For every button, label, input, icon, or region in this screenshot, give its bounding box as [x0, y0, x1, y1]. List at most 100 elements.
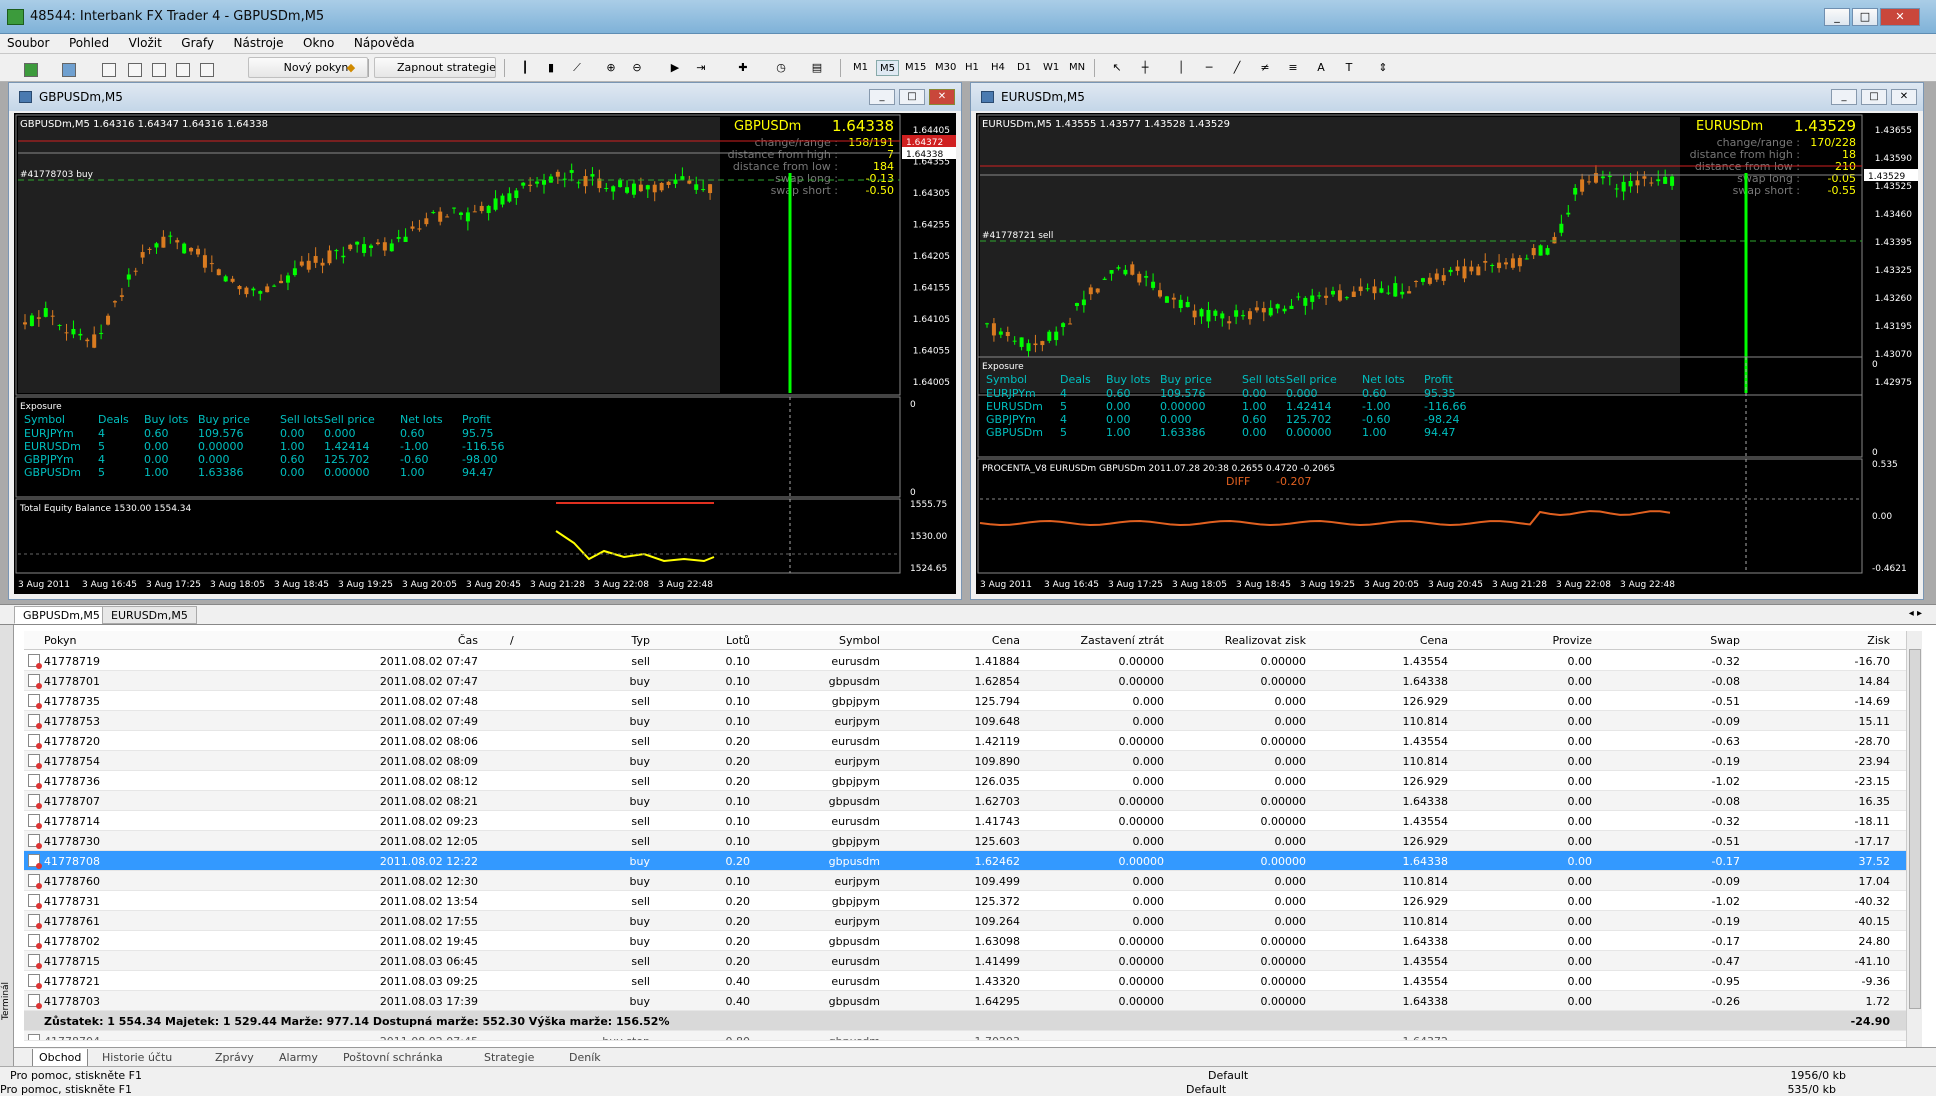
tf-d1[interactable]: D1: [1014, 60, 1034, 76]
table-row[interactable]: 41778761 2011.08.02 17:55 buy 0.20 eurjpym 10…: [24, 911, 1906, 931]
table-row[interactable]: 41778720 2011.08.02 08:06 sell 0.20 eurusdm 1…: [24, 731, 1906, 751]
chart-window-eurusd[interactable]: EURUSDm,M5 _ □ ✕ EURUSDm,M5 1.43555 1.43…: [970, 82, 1924, 600]
table-row[interactable]: 41778708 2011.08.02 12:22 buy 0.20 gbpusdm 1.…: [24, 851, 1906, 871]
text-label-icon[interactable]: T: [1338, 57, 1360, 78]
table-row[interactable]: 41778754 2011.08.02 08:09 buy 0.20 eurjpym 10…: [24, 751, 1906, 771]
vertical-line-icon[interactable]: │: [1170, 57, 1192, 78]
tf-m1[interactable]: M1: [850, 60, 871, 76]
terminal-tab[interactable]: Alarmy: [273, 1049, 324, 1067]
tabs-scroll-icon[interactable]: ◂ ▸: [1909, 608, 1922, 619]
table-row[interactable]: 41778702 2011.08.02 19:45 buy 0.20 gbpusdm 1.…: [24, 931, 1906, 951]
cursor-icon[interactable]: ↖: [1106, 57, 1128, 78]
menu-pohled[interactable]: Pohled: [62, 34, 116, 52]
table-row[interactable]: 41778760 2011.08.02 12:30 buy 0.10 eurjpym 10…: [24, 871, 1906, 891]
chart-tab-eurusd[interactable]: EURUSDm,M5: [102, 606, 197, 624]
chart-tab-gbpusd[interactable]: GBPUSDm,M5: [14, 606, 109, 624]
column-header[interactable]: Čas: [458, 634, 478, 647]
column-header[interactable]: Typ: [632, 634, 651, 647]
candlestick-icon[interactable]: ▮: [540, 57, 562, 78]
indicators-icon[interactable]: ✚: [728, 57, 758, 78]
menu-nastroje[interactable]: Nástroje: [227, 34, 291, 52]
chart-minimize-button[interactable]: _: [869, 89, 895, 105]
tf-h1[interactable]: H1: [962, 60, 982, 76]
chart-maximize-button[interactable]: □: [1861, 89, 1887, 105]
menu-soubor[interactable]: Soubor: [0, 34, 56, 52]
table-row[interactable]: 41778721 2011.08.03 09:25 sell 0.40 eurusdm 1…: [24, 971, 1906, 991]
column-header[interactable]: Provize: [1552, 634, 1592, 647]
terminal-tab[interactable]: Poštovní schránka: [337, 1049, 449, 1067]
column-header[interactable]: Cena: [992, 634, 1020, 647]
terminal-tab[interactable]: Historie účtu: [96, 1049, 178, 1067]
zoom-in-icon[interactable]: ⊕: [600, 57, 622, 78]
table-row[interactable]: 41778731 2011.08.02 13:54 sell 0.20 gbpjpym 1…: [24, 891, 1906, 911]
horizontal-line-icon[interactable]: ─: [1198, 57, 1220, 78]
chart-window-gbpusd[interactable]: GBPUSDm,M5 _ □ ✕ GBPUSDm,M5 1.64316 1.64…: [8, 82, 962, 600]
table-row[interactable]: 41778707 2011.08.02 08:21 buy 0.10 gbpusdm 1.…: [24, 791, 1906, 811]
minimize-button[interactable]: _: [1824, 8, 1850, 26]
column-header[interactable]: Realizovat zisk: [1225, 634, 1306, 647]
chart-minimize-button[interactable]: _: [1831, 89, 1857, 105]
new-chart-icon[interactable]: [14, 57, 48, 78]
close-button[interactable]: ✕: [1880, 8, 1920, 26]
terminal-icon[interactable]: [172, 57, 194, 78]
tester-icon[interactable]: [196, 57, 218, 78]
tf-w1[interactable]: W1: [1040, 60, 1062, 76]
templates-icon[interactable]: ▤: [802, 57, 832, 78]
scrollbar-thumb[interactable]: [1909, 649, 1921, 1009]
terminal-tab[interactable]: Zprávy: [209, 1049, 260, 1067]
terminal-tab[interactable]: Obchod: [32, 1049, 89, 1067]
table-row[interactable]: 41778719 2011.08.02 07:47 sell 0.10 eurusdm 1…: [24, 651, 1906, 671]
table-row[interactable]: 41778715 2011.08.03 06:45 sell 0.20 eurusdm 1…: [24, 951, 1906, 971]
table-row[interactable]: 41778735 2011.08.02 07:48 sell 0.10 gbpjpym 1…: [24, 691, 1906, 711]
menu-okno[interactable]: Okno: [296, 34, 341, 52]
tf-m5[interactable]: M5: [876, 60, 899, 76]
column-header[interactable]: Lotů: [726, 634, 750, 647]
price-chart[interactable]: EURUSDm,M5 1.43555 1.43577 1.43528 1.435…: [976, 113, 1918, 594]
table-row[interactable]: 41778704 2011.08.02 07:45 buy stop 0.80 gbpu…: [24, 1031, 1906, 1041]
table-row[interactable]: 41778701 2011.08.02 07:47 buy 0.10 gbpusdm 1.…: [24, 671, 1906, 691]
column-header[interactable]: Pokyn: [44, 634, 76, 647]
table-row[interactable]: 41778703 2011.08.03 17:39 buy 0.40 gbpusdm 1.…: [24, 991, 1906, 1011]
menu-vlozit[interactable]: Vložit: [122, 34, 169, 52]
price-chart[interactable]: GBPUSDm,M5 1.64316 1.64347 1.64316 1.643…: [14, 113, 956, 594]
table-row[interactable]: 41778730 2011.08.02 12:05 sell 0.10 gbpjpym 1…: [24, 831, 1906, 851]
table-scrollbar[interactable]: [1906, 631, 1922, 1047]
terminal-tab[interactable]: Strategie: [478, 1049, 540, 1067]
channel-icon[interactable]: ≠: [1254, 57, 1276, 78]
chart-shift-icon[interactable]: ⇥: [690, 57, 712, 78]
periods-icon[interactable]: ◷: [766, 57, 796, 78]
arrows-icon[interactable]: ⇕: [1368, 57, 1398, 78]
tf-m15[interactable]: M15: [902, 60, 929, 76]
trendline-icon[interactable]: ╱: [1226, 57, 1248, 78]
chart-close-button[interactable]: ✕: [929, 89, 955, 105]
fibonacci-icon[interactable]: ≡: [1282, 57, 1304, 78]
zoom-out-icon[interactable]: ⊖: [626, 57, 648, 78]
enable-strategies-button[interactable]: Zapnout strategie: [374, 57, 496, 78]
meta-editor-icon[interactable]: ◆: [340, 57, 362, 78]
menu-napoveda[interactable]: Nápověda: [347, 34, 422, 52]
bar-chart-icon[interactable]: ┃: [514, 57, 536, 78]
text-icon[interactable]: A: [1310, 57, 1332, 78]
data-window-icon[interactable]: [148, 57, 170, 78]
menu-grafy[interactable]: Grafy: [174, 34, 221, 52]
tf-m30[interactable]: M30: [932, 60, 959, 76]
column-header[interactable]: Cena: [1420, 634, 1448, 647]
tf-mn[interactable]: MN: [1066, 60, 1088, 76]
table-row[interactable]: 41778736 2011.08.02 08:12 sell 0.20 gbpjpym 1…: [24, 771, 1906, 791]
tf-h4[interactable]: H4: [988, 60, 1008, 76]
navigator-icon[interactable]: [124, 57, 146, 78]
chart-close-button[interactable]: ✕: [1891, 89, 1917, 105]
table-row[interactable]: 41778714 2011.08.02 09:23 sell 0.10 eurusdm 1…: [24, 811, 1906, 831]
profiles-icon[interactable]: [52, 57, 86, 78]
crosshair-icon[interactable]: ┼: [1134, 57, 1156, 78]
column-header[interactable]: Swap: [1710, 634, 1740, 647]
market-watch-icon[interactable]: [98, 57, 120, 78]
chart-maximize-button[interactable]: □: [899, 89, 925, 105]
maximize-button[interactable]: □: [1852, 8, 1878, 26]
column-header[interactable]: Zisk: [1867, 634, 1890, 647]
auto-scroll-icon[interactable]: ▶: [664, 57, 686, 78]
column-header[interactable]: Symbol: [839, 634, 880, 647]
line-chart-icon[interactable]: ⟋: [566, 57, 588, 78]
column-header[interactable]: Zastavení ztrát: [1080, 634, 1164, 647]
table-row[interactable]: 41778753 2011.08.02 07:49 buy 0.10 eurjpym 10…: [24, 711, 1906, 731]
